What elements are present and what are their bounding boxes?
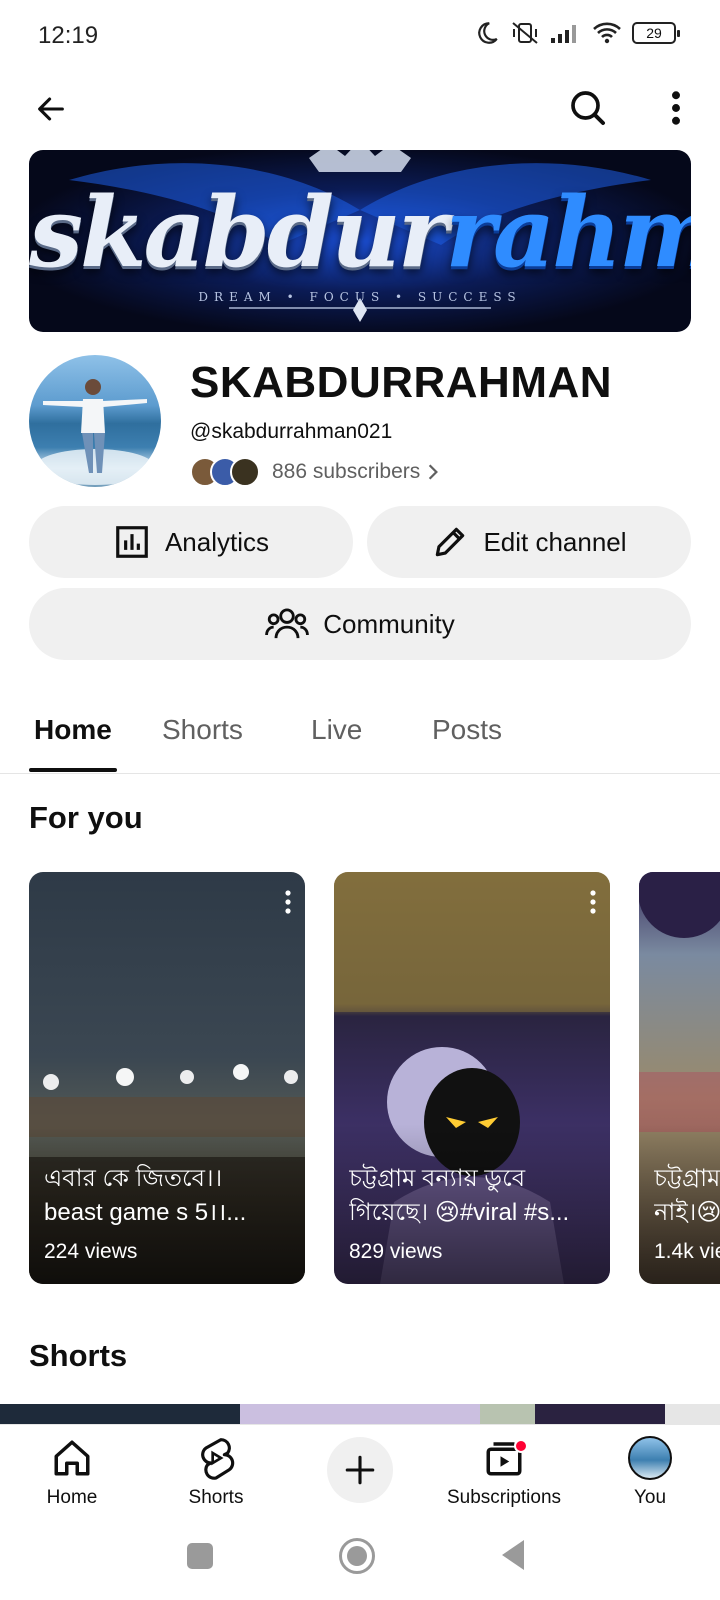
status-time: 12:19	[38, 22, 99, 49]
video-views: 829 views	[349, 1240, 443, 1263]
short-thumbnail[interactable]	[535, 1404, 665, 1426]
video-title: beast game s 5।।...	[44, 1199, 247, 1226]
analytics-icon	[116, 526, 148, 558]
create-button[interactable]	[327, 1437, 393, 1503]
nav-subscriptions[interactable]: Subscriptions	[434, 1435, 574, 1509]
section-title-shorts: Shorts	[29, 1338, 128, 1373]
active-tab-indicator	[29, 768, 117, 772]
battery-indicator: 29	[632, 22, 680, 44]
channel-handle: @skabdurrahman021	[190, 420, 393, 443]
video-title: চট্টগ্রাম বন্যায় ডুবে	[349, 1165, 526, 1192]
nav-you-label: You	[633, 1487, 667, 1508]
short-thumbnail[interactable]	[665, 1404, 720, 1426]
nav-home-label: Home	[46, 1487, 98, 1508]
back-button[interactable]	[28, 86, 74, 132]
home-icon	[54, 1440, 90, 1476]
nav-home[interactable]: Home	[2, 1435, 142, 1509]
shorts-shelf	[0, 1404, 720, 1426]
arrow-left-icon	[38, 97, 64, 121]
search-icon	[571, 91, 605, 125]
video-title: গিয়েছে। 😢#viral #s...	[349, 1199, 570, 1226]
video-menu-icon[interactable]	[590, 890, 596, 914]
short-thumbnail[interactable]	[240, 1404, 480, 1426]
video-card[interactable]: চট্টগ্রাম নাই।😢 1.4k views	[639, 872, 720, 1284]
notification-dot	[514, 1439, 528, 1453]
video-menu-icon[interactable]	[285, 890, 291, 914]
subscriber-count: 886 subscribers	[272, 460, 421, 483]
analytics-button[interactable]: Analytics	[29, 506, 353, 578]
nav-subscriptions-label: Subscriptions	[446, 1487, 562, 1508]
edit-channel-button[interactable]: Edit channel	[367, 506, 691, 578]
system-navigation-bar	[0, 1520, 720, 1600]
search-button[interactable]	[564, 84, 612, 132]
video-views: 1.4k views	[654, 1240, 720, 1263]
channel-tabs: Home Shorts Live Posts	[0, 690, 720, 774]
tab-live[interactable]: Live	[311, 714, 362, 746]
top-app-bar	[0, 72, 720, 144]
recents-button[interactable]	[187, 1543, 213, 1569]
video-title: নাই।😢	[654, 1199, 720, 1226]
video-title: চট্টগ্রাম	[654, 1165, 720, 1192]
channel-banner[interactable]: skabdurrahman DREAM • FOCUS • SUCCESS	[29, 150, 691, 332]
more-vert-icon	[672, 91, 680, 125]
tab-home[interactable]: Home	[34, 714, 112, 746]
section-title-for-you: For you	[29, 800, 143, 835]
nav-you[interactable]: You	[580, 1435, 720, 1509]
edit-channel-label: Edit channel	[483, 526, 627, 557]
subscriber-avatar	[230, 457, 260, 487]
tab-shorts[interactable]: Shorts	[162, 714, 243, 746]
video-card[interactable]: এবার কে জিতবে।। beast game s 5।।... 224 …	[29, 872, 305, 1284]
channel-avatar[interactable]	[29, 355, 161, 487]
community-button[interactable]: Community	[29, 588, 691, 660]
more-options-button[interactable]	[652, 84, 700, 132]
community-icon	[265, 608, 310, 639]
video-views: 224 views	[44, 1240, 138, 1263]
banner-tagline: DREAM • FOCUS • SUCCESS	[198, 290, 522, 304]
home-system-button[interactable]	[339, 1538, 375, 1574]
short-thumbnail[interactable]	[480, 1404, 535, 1426]
back-triangle-icon[interactable]	[498, 1538, 528, 1572]
pencil-icon	[436, 527, 465, 557]
vibrate-off-icon	[512, 22, 538, 44]
nav-shorts[interactable]: Shorts	[146, 1435, 286, 1509]
channel-name: SKABDURRAHMAN	[190, 358, 613, 407]
do-not-disturb-icon	[478, 22, 498, 44]
signal-icon	[551, 25, 576, 43]
analytics-label: Analytics	[164, 526, 270, 557]
you-avatar	[628, 1436, 672, 1480]
nav-shorts-label: Shorts	[188, 1487, 244, 1508]
status-icons: 29	[474, 20, 680, 46]
avatar-person-image	[35, 379, 155, 485]
community-label: Community	[323, 608, 455, 639]
shorts-icon	[201, 1438, 235, 1480]
wifi-icon	[593, 22, 621, 44]
tab-posts[interactable]: Posts	[432, 714, 502, 746]
status-bar: 12:19 29	[0, 0, 720, 72]
video-card[interactable]: চট্টগ্রাম বন্যায় ডুবে গিয়েছে। 😢#viral …	[334, 872, 610, 1284]
short-thumbnail[interactable]	[0, 1404, 240, 1426]
plus-icon	[345, 1455, 375, 1485]
subscribers-row[interactable]: 886 subscribers	[190, 456, 440, 488]
chevron-right-icon	[429, 464, 439, 480]
bottom-navigation: Home Shorts Subscriptions You	[0, 1424, 720, 1520]
banner-title: skabdurrahman	[29, 176, 691, 289]
video-title: এবার কে জিতবে।।	[44, 1165, 223, 1192]
